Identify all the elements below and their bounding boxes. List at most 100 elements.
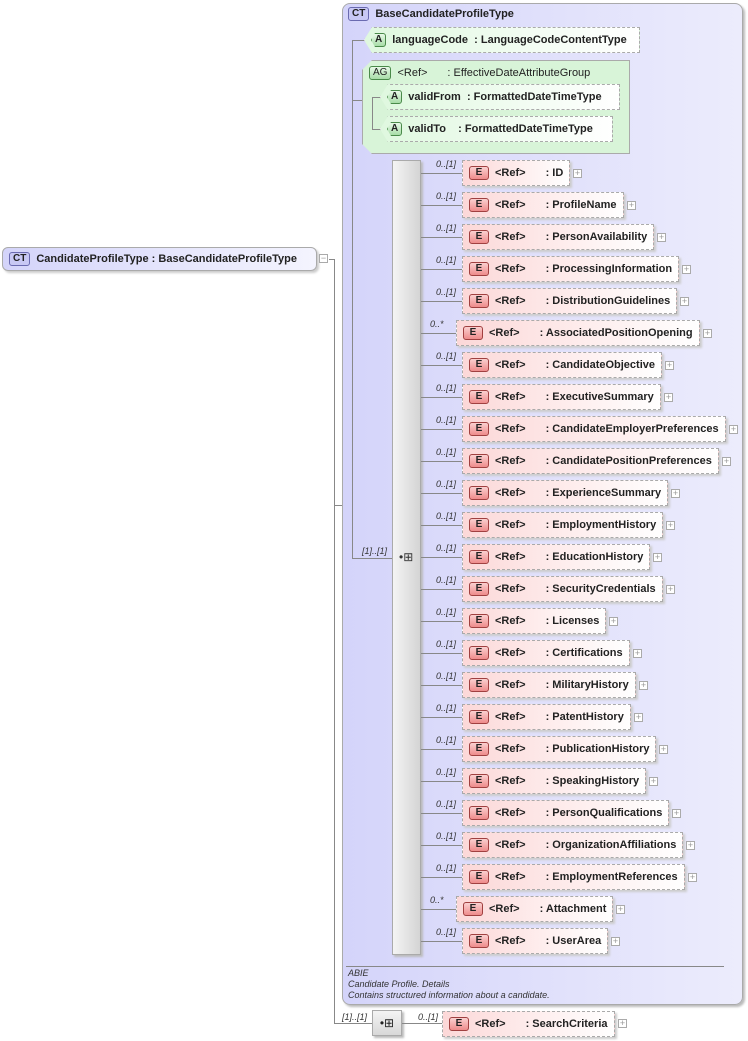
expand-toggle[interactable]: +	[639, 681, 648, 690]
attribute-validto[interactable]: A validTo : FormattedDateTimeType	[380, 116, 613, 142]
expand-toggle[interactable]: +	[659, 745, 668, 754]
expand-toggle[interactable]: +	[680, 297, 689, 306]
expand-toggle[interactable]: +	[671, 489, 680, 498]
ref-label: <Ref>	[495, 935, 526, 947]
element-cardinality: 0..[1]	[436, 543, 457, 553]
expand-toggle[interactable]: +	[633, 649, 642, 658]
element-box[interactable]: E <Ref>: PublicationHistory	[462, 736, 657, 762]
connector	[421, 685, 462, 686]
element-cardinality: 0..[1]	[436, 671, 457, 681]
connector	[421, 941, 462, 942]
connector	[421, 845, 462, 846]
attribute-validfrom[interactable]: A validFrom : FormattedDateTimeType	[380, 84, 620, 110]
element-box[interactable]: E <Ref>: EmploymentReferences	[462, 864, 685, 890]
expand-toggle[interactable]: +	[649, 777, 658, 786]
element-box[interactable]: E <Ref>: UserArea	[462, 928, 609, 954]
element-box[interactable]: E <Ref>: ProcessingInformation	[462, 256, 680, 282]
complex-type-icon: CT	[9, 252, 31, 266]
connector	[421, 333, 456, 334]
sequence-icon: •⊞	[399, 550, 414, 564]
connector	[421, 429, 462, 430]
element-icon: E	[469, 166, 489, 180]
expand-toggle[interactable]: +	[657, 233, 666, 242]
attribute-group-type: : EffectiveDateAttributeGroup	[447, 67, 591, 79]
element-box[interactable]: E <Ref>: EducationHistory	[462, 544, 651, 570]
expand-toggle[interactable]: +	[672, 809, 681, 818]
element-name: : DistributionGuidelines	[545, 295, 671, 307]
element-name: : ProfileName	[545, 199, 617, 211]
element-name: : ID	[545, 167, 564, 179]
element-box[interactable]: E <Ref>: MilitaryHistory	[462, 672, 636, 698]
element-box[interactable]: E <Ref>: ExperienceSummary	[462, 480, 669, 506]
element-cardinality: 0..[1]	[436, 575, 457, 585]
connector	[352, 100, 362, 101]
ref-label: <Ref>	[397, 67, 428, 79]
element-box[interactable]: E <Ref>: ID	[462, 160, 571, 186]
element-box[interactable]: E <Ref>: ExecutiveSummary	[462, 384, 661, 410]
element-cardinality: 0..[1]	[436, 159, 457, 169]
outer-sequence-compositor[interactable]: •⊞	[372, 1010, 402, 1036]
element-name: : OrganizationAffiliations	[545, 839, 677, 851]
root-type-box[interactable]: CT CandidateProfileType : BaseCandidateP…	[2, 247, 317, 271]
ref-label: <Ref>	[495, 199, 526, 211]
complex-type-icon: CT	[348, 7, 370, 21]
element-box[interactable]: E <Ref>: PatentHistory	[462, 704, 631, 730]
expand-toggle[interactable]: +	[682, 265, 691, 274]
element-icon: E	[469, 646, 489, 660]
expand-toggle[interactable]: +	[666, 585, 675, 594]
element-box[interactable]: E <Ref>: Certifications	[462, 640, 630, 666]
element-box[interactable]: E <Ref>: PersonAvailability	[462, 224, 655, 250]
collapse-toggle[interactable]: −	[319, 254, 328, 263]
attribute-type: : LanguageCodeContentType	[474, 34, 627, 46]
expand-toggle[interactable]: +	[653, 553, 662, 562]
connector	[421, 781, 462, 782]
element-box[interactable]: E <Ref>: ProfileName	[462, 192, 624, 218]
expand-toggle[interactable]: +	[686, 841, 695, 850]
connector	[421, 205, 462, 206]
connector	[334, 1023, 374, 1024]
element-box[interactable]: E <Ref>: AssociatedPositionOpening	[456, 320, 700, 346]
element-name: : SpeakingHistory	[545, 775, 640, 787]
element-box[interactable]: E <Ref>: SpeakingHistory	[462, 768, 647, 794]
element-cardinality: 0..[1]	[418, 1012, 439, 1022]
connector	[421, 749, 462, 750]
element-icon: E	[469, 230, 489, 244]
element-name: : ExecutiveSummary	[545, 391, 654, 403]
expand-toggle[interactable]: +	[611, 937, 620, 946]
expand-toggle[interactable]: +	[729, 425, 738, 434]
expand-toggle[interactable]: +	[609, 617, 618, 626]
expand-toggle[interactable]: +	[627, 201, 636, 210]
element-searchcriteria[interactable]: E <Ref> : SearchCriteria	[442, 1011, 615, 1037]
ref-label: <Ref>	[495, 455, 526, 467]
element-box[interactable]: E <Ref>: Licenses	[462, 608, 607, 634]
element-box[interactable]: E <Ref>: CandidateObjective	[462, 352, 662, 378]
element-cardinality: 0..[1]	[436, 927, 457, 937]
expand-toggle[interactable]: +	[664, 393, 673, 402]
element-cardinality: 0..[1]	[436, 799, 457, 809]
attribute-languagecode[interactable]: A languageCode : LanguageCodeContentType	[364, 27, 640, 53]
ref-label: <Ref>	[495, 295, 526, 307]
element-box[interactable]: E <Ref>: OrganizationAffiliations	[462, 832, 684, 858]
expand-toggle[interactable]: +	[666, 521, 675, 530]
divider	[346, 966, 724, 967]
expand-toggle[interactable]: +	[573, 169, 582, 178]
element-name: : SecurityCredentials	[545, 583, 656, 595]
connector	[372, 97, 373, 129]
element-box[interactable]: E <Ref>: SecurityCredentials	[462, 576, 663, 602]
expand-toggle[interactable]: +	[688, 873, 697, 882]
element-box[interactable]: E <Ref>: CandidatePositionPreferences	[462, 448, 719, 474]
expand-toggle[interactable]: +	[616, 905, 625, 914]
expand-toggle[interactable]: +	[703, 329, 712, 338]
element-box[interactable]: E <Ref>: DistributionGuidelines	[462, 288, 678, 314]
expand-toggle[interactable]: +	[665, 361, 674, 370]
element-box[interactable]: E <Ref>: CandidateEmployerPreferences	[462, 416, 726, 442]
expand-toggle[interactable]: +	[722, 457, 731, 466]
element-box[interactable]: E <Ref>: Attachment	[456, 896, 614, 922]
element-name: : ExperienceSummary	[545, 487, 662, 499]
expand-toggle[interactable]: +	[634, 713, 643, 722]
element-box[interactable]: E <Ref>: EmploymentHistory	[462, 512, 664, 538]
element-name: : SearchCriteria	[525, 1018, 608, 1030]
element-box[interactable]: E <Ref>: PersonQualifications	[462, 800, 670, 826]
expand-toggle[interactable]: +	[618, 1019, 627, 1028]
annotation-line: ABIE	[348, 968, 369, 978]
